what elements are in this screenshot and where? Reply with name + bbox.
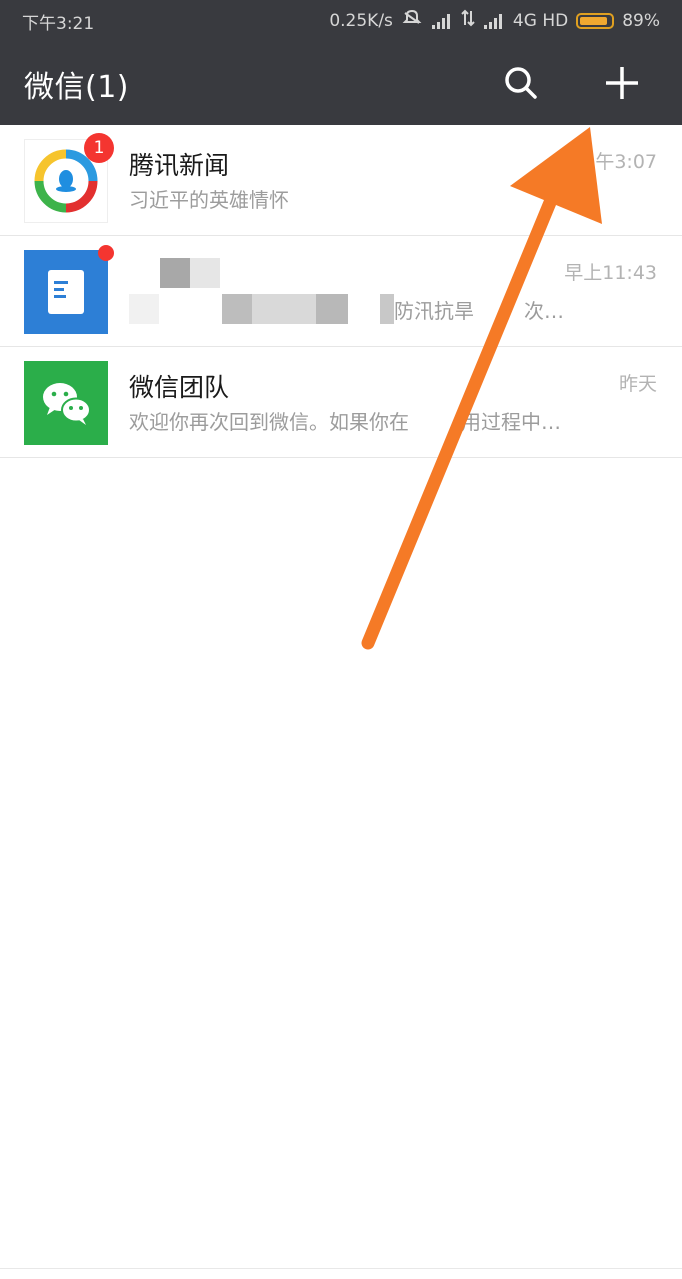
- blurred-preview-5: [380, 294, 394, 324]
- wechat-logo: [43, 383, 91, 425]
- chat-preview: 习近平的英雄情怀: [129, 188, 289, 212]
- chat-item-tencent-news[interactable]: 1 腾讯新闻 习近平的英雄情怀 午3:07: [0, 125, 682, 236]
- chat-preview: 欢迎你再次回到微信。如果你在: [129, 410, 409, 434]
- document-icon: [48, 270, 84, 314]
- data-transfer-icon: [461, 9, 475, 32]
- bottom-divider: [0, 1268, 682, 1269]
- network-type: 4G HD: [512, 10, 569, 31]
- title-bar: 微信(1): [0, 42, 682, 125]
- add-button[interactable]: [599, 60, 645, 106]
- blurred-preview-3: [252, 294, 316, 324]
- chat-name: 微信团队: [129, 373, 230, 402]
- blurred-name-2: [190, 258, 220, 288]
- net-speed: 0.25K/s: [329, 10, 393, 31]
- signal-icon: [431, 13, 453, 29]
- blurred-preview-2: [222, 294, 252, 324]
- chat-item-wechat-team[interactable]: 微信团队 欢迎你再次回到微信。如果你在 用过程中… 昨天: [0, 347, 682, 458]
- mute-icon: [401, 9, 423, 32]
- chat-preview-suffix: 次…: [524, 299, 564, 323]
- avatar: [24, 250, 108, 334]
- avatar: [24, 361, 108, 445]
- chat-time: 早上11:43: [564, 262, 657, 284]
- blurred-preview: [129, 294, 159, 324]
- battery-percent: 89%: [622, 10, 660, 31]
- chat-time: 昨天: [618, 373, 657, 395]
- chat-list: 1 腾讯新闻 习近平的英雄情怀 午3:07 防汛抗旱 次… 早上11:43 微信…: [0, 125, 682, 458]
- add-icon: [606, 67, 638, 99]
- chat-item-document[interactable]: 防汛抗旱 次… 早上11:43: [0, 236, 682, 347]
- chat-time: 午3:07: [595, 151, 657, 173]
- blurred-name: [160, 258, 190, 288]
- status-indicators: 0.25K/s 4G HD 89%: [329, 9, 660, 32]
- status-time: 下午3:21: [22, 14, 95, 34]
- chat-preview: 防汛抗旱: [394, 299, 474, 323]
- unread-badge: 1: [84, 133, 114, 163]
- search-icon: [505, 67, 537, 99]
- status-bar: 下午3:21 0.25K/s 4G HD 89%: [0, 0, 682, 42]
- battery-fill: [580, 16, 608, 25]
- search-button[interactable]: [498, 60, 544, 106]
- unread-dot: [98, 245, 114, 261]
- page-title: 微信(1): [24, 70, 129, 105]
- signal-icon-2: [483, 13, 505, 29]
- chat-name: 腾讯新闻: [129, 151, 230, 180]
- chat-preview-suffix: 用过程中…: [461, 410, 561, 434]
- blurred-preview-4: [316, 294, 348, 324]
- battery-icon: [576, 12, 615, 29]
